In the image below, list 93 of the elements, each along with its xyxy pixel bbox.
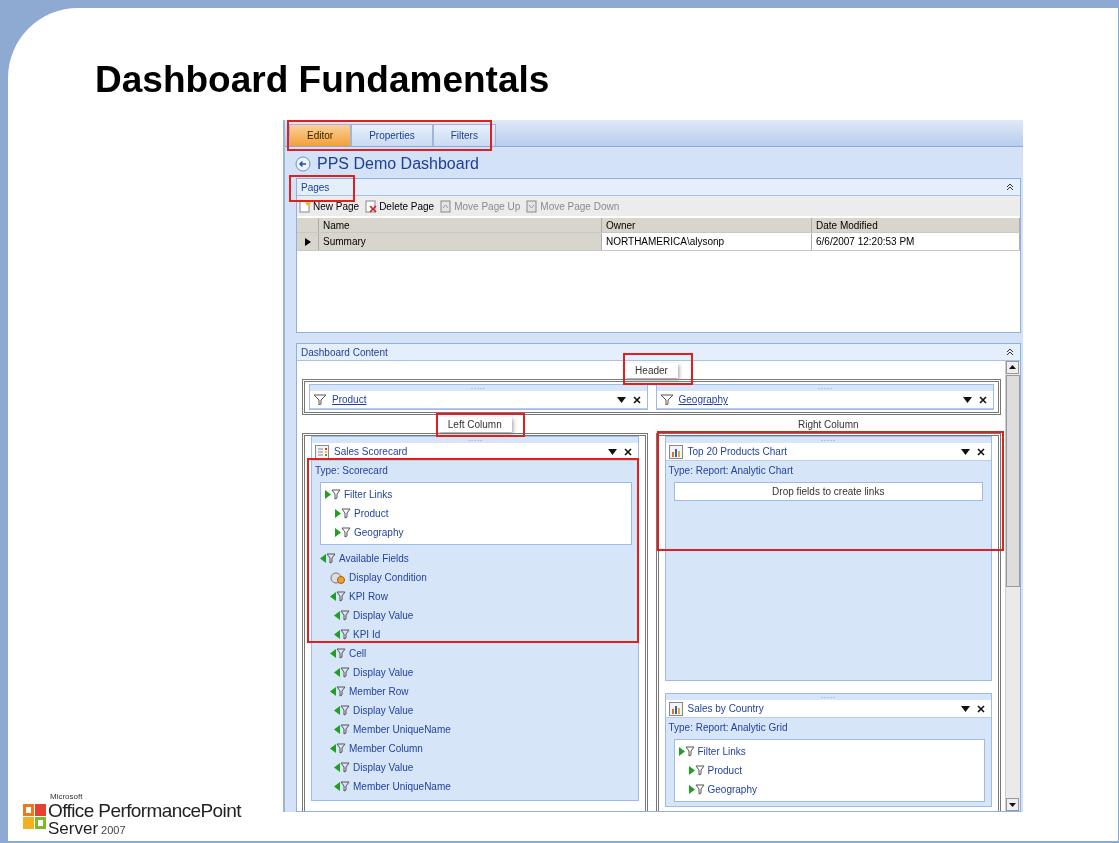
field-item[interactable]: Product [707, 765, 742, 776]
dropdown-icon[interactable] [607, 448, 617, 455]
field-item[interactable]: Geography [707, 784, 757, 795]
field-item[interactable]: Display Condition [349, 572, 427, 583]
link-source-icon [678, 746, 695, 757]
highlight-frame [289, 175, 355, 202]
link-target-icon [334, 629, 350, 640]
link-source-icon [325, 489, 341, 500]
product-edition: Server [48, 820, 99, 837]
editor-tab[interactable]: Properties [351, 124, 433, 146]
link-source-icon [688, 765, 705, 776]
editor-tab[interactable]: Editor [289, 124, 352, 146]
field-item[interactable]: Display Value [353, 762, 414, 773]
close-icon[interactable] [979, 395, 987, 404]
field-item[interactable]: Member Row [349, 686, 409, 697]
product-name: Office PerformancePoint [48, 801, 241, 820]
field-item[interactable]: Cell [349, 648, 367, 659]
field-item[interactable]: KPI Row [349, 591, 388, 602]
scroll-up-icon[interactable] [1006, 361, 1019, 374]
part-type: Type: Report: Analytic Grid [667, 721, 789, 735]
link-target-icon [334, 667, 350, 678]
editor-tab[interactable]: Filters [432, 124, 496, 146]
field-item[interactable]: Member UniqueName [353, 724, 451, 735]
table-cell: NORTHAMERICA\alysonp [602, 233, 812, 250]
dropdown-icon[interactable] [963, 396, 972, 403]
filter-part[interactable]: Geography [655, 384, 994, 410]
dropdown-icon[interactable] [616, 396, 626, 403]
toolbar-button[interactable]: Delete Page [365, 199, 435, 213]
field-item[interactable]: Display Value [353, 667, 414, 678]
dashboard-title: PPS Demo Dashboard [317, 155, 479, 173]
zone-label: Right Column [796, 417, 860, 432]
link-target-icon [330, 686, 346, 697]
funnel-icon [313, 394, 327, 405]
table-cell: Summary [319, 233, 602, 250]
collapse-icon[interactable] [1006, 183, 1014, 191]
product-year: 2007 [101, 825, 126, 836]
field-item[interactable]: Geography [354, 527, 404, 538]
field-item[interactable]: Product [354, 508, 389, 519]
link-source-icon [688, 784, 705, 795]
part-type: Type: Report: Analytic Chart [667, 464, 794, 478]
field-item[interactable]: Display Value [353, 705, 414, 716]
link-target-icon [334, 781, 350, 792]
condition-icon [330, 571, 346, 584]
link-source-icon [335, 527, 351, 538]
dropdown-icon[interactable] [961, 705, 970, 712]
panel-title: Pages [301, 181, 330, 193]
vertical-scrollbar[interactable] [1005, 361, 1020, 811]
field-item[interactable]: KPI Id [353, 629, 381, 640]
funnel-icon [659, 394, 674, 405]
drop-zone[interactable]: Drop fields to create links [673, 482, 983, 501]
slide-title: Dashboard Fundamentals [94, 58, 551, 102]
close-icon[interactable] [623, 447, 632, 456]
scorecard-icon [315, 444, 329, 459]
toolbar-button[interactable]: New Page [299, 199, 360, 213]
field-item[interactable]: Member UniqueName [353, 781, 451, 792]
row-header[interactable] [297, 233, 319, 250]
chart-icon [668, 444, 683, 459]
link-target-icon [334, 705, 350, 716]
scroll-down-icon[interactable] [1006, 798, 1019, 811]
field-item[interactable]: Member Column [349, 743, 423, 754]
close-icon[interactable] [977, 704, 985, 713]
link-target-icon [334, 610, 350, 621]
current-row-icon [304, 237, 311, 246]
table-cell: 6/6/2007 12:20:53 PM [812, 233, 1020, 250]
chart-icon [668, 701, 683, 716]
link-target-icon [334, 724, 350, 735]
part-type: Type: Scorecard [314, 464, 389, 478]
dropdown-icon[interactable] [961, 448, 970, 455]
link-target-icon [330, 648, 346, 659]
collapse-icon[interactable] [1006, 348, 1014, 356]
filter-part[interactable]: Product [309, 384, 648, 410]
field-item[interactable]: Filter Links [697, 746, 746, 757]
close-icon[interactable] [632, 395, 641, 404]
zone-label: Header [625, 362, 678, 378]
link-target-icon [330, 743, 346, 754]
link-target-icon [334, 762, 350, 773]
link-source-icon [335, 508, 351, 519]
office-logo-icon [22, 803, 48, 831]
field-item[interactable]: Display Value [353, 610, 414, 621]
field-item[interactable]: Filter Links [344, 489, 393, 500]
field-item[interactable]: Available Fields [339, 553, 409, 564]
link-target-icon [320, 553, 336, 564]
web-part[interactable]: Top 20 Products Chart Type: Report: Analytic Chart Drop fields to create links [664, 436, 992, 681]
close-icon[interactable] [977, 447, 985, 456]
link-target-icon [330, 591, 346, 602]
highlight-frame [623, 353, 693, 385]
new-page-icon [299, 199, 311, 213]
delete-page-icon [365, 199, 378, 213]
maker-name: Microsoft [50, 793, 84, 801]
web-part[interactable]: Sales by Country Type: Report: Analytic Grid Filter Links Product Geography [664, 693, 992, 807]
back-icon[interactable] [295, 156, 311, 172]
zone-label: Left Column [437, 416, 512, 432]
panel-title: Dashboard Content [301, 346, 388, 358]
